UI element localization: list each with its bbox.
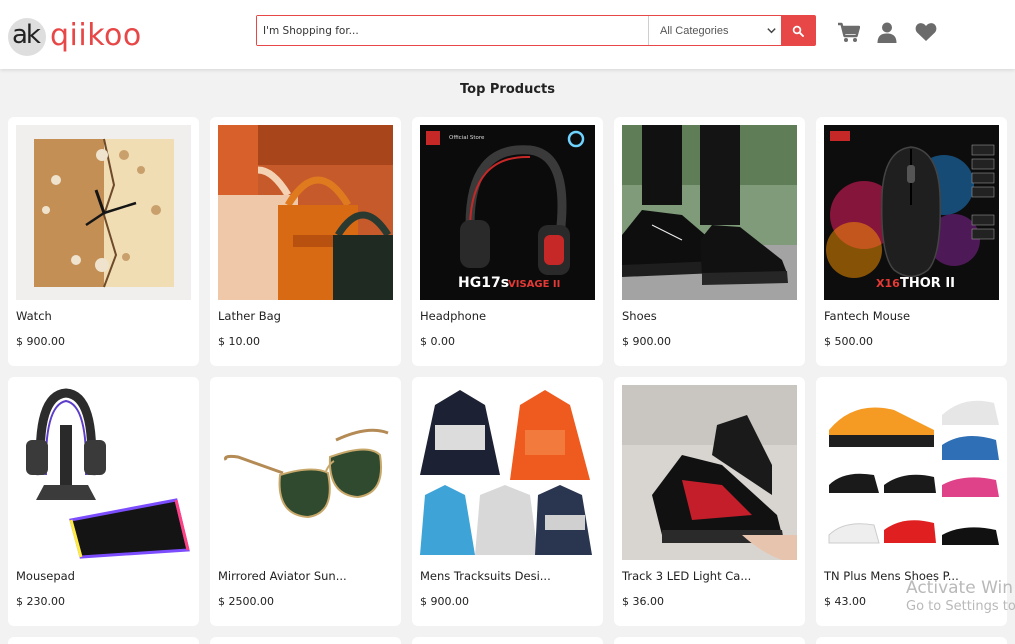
- product-price: $ 0.00: [420, 335, 455, 348]
- product-image-led-shoes: [622, 385, 797, 560]
- product-card[interactable]: Official Store HG17s VISAGE II Headphone…: [412, 117, 603, 366]
- product-price: $ 43.00: [824, 595, 866, 608]
- headphone-store-text: Official Store: [449, 135, 485, 141]
- search-icon: [792, 25, 804, 37]
- product-image-mouse: X16 THOR II: [824, 125, 999, 300]
- product-image-shoes: [622, 125, 797, 300]
- product-grid: Watch $ 900.00 Lather Bag $ 10.00 Offici…: [8, 117, 1008, 644]
- product-name[interactable]: Mirrored Aviator Sun...: [218, 569, 393, 583]
- product-image-mousepad: [16, 385, 191, 560]
- product-card[interactable]: TN Plus Mens Shoes P... $ 43.00: [816, 377, 1007, 626]
- product-image-tn-plus: [824, 385, 999, 560]
- product-name[interactable]: TN Plus Mens Shoes P...: [824, 569, 999, 583]
- product-card[interactable]: Shoes $ 900.00: [614, 117, 805, 366]
- product-name[interactable]: Shoes: [622, 309, 797, 323]
- product-name[interactable]: Headphone: [420, 309, 595, 323]
- product-card-partial[interactable]: [8, 637, 199, 644]
- wishlist-button[interactable]: [914, 21, 938, 43]
- section-title: Top Products: [460, 82, 555, 97]
- category-select-value: All Categories: [660, 24, 729, 37]
- product-name[interactable]: Watch: [16, 309, 191, 323]
- headphone-model-text: HG17s: [458, 275, 509, 291]
- search-bar: All Categories: [256, 15, 816, 46]
- product-name[interactable]: Mousepad: [16, 569, 191, 583]
- product-price: $ 900.00: [16, 335, 65, 348]
- cart-button[interactable]: [836, 21, 860, 43]
- product-image-headphone: Official Store HG17s VISAGE II: [420, 125, 595, 300]
- product-price: $ 900.00: [622, 335, 671, 348]
- heart-icon: [915, 23, 937, 41]
- product-image-bags: [218, 125, 393, 300]
- logo-mark: ak: [8, 16, 48, 56]
- product-price: $ 230.00: [16, 595, 65, 608]
- product-price: $ 2500.00: [218, 595, 274, 608]
- product-name[interactable]: Track 3 LED Light Ca...: [622, 569, 797, 583]
- cart-icon: [837, 22, 860, 42]
- logo-mark-text: ak: [12, 20, 41, 50]
- product-price: $ 900.00: [420, 595, 469, 608]
- user-icon: [877, 22, 897, 43]
- site-logo[interactable]: ak qiikoo: [8, 14, 142, 58]
- chevron-down-icon: [767, 28, 776, 34]
- product-price: $ 500.00: [824, 335, 873, 348]
- top-header: ak qiikoo All Categories: [0, 0, 1015, 69]
- product-card[interactable]: Mirrored Aviator Sun... $ 2500.00: [210, 377, 401, 626]
- product-card-partial[interactable]: [210, 637, 401, 644]
- product-name[interactable]: Lather Bag: [218, 309, 393, 323]
- product-image-sunglasses: [218, 385, 393, 560]
- product-card[interactable]: Watch $ 900.00: [8, 117, 199, 366]
- product-card[interactable]: X16 THOR II Fantech Mouse $ 500.00: [816, 117, 1007, 366]
- product-image-tracksuits: [420, 385, 595, 560]
- product-image-watch: [16, 125, 191, 300]
- product-card[interactable]: Mousepad $ 230.00: [8, 377, 199, 626]
- product-price: $ 10.00: [218, 335, 260, 348]
- search-button[interactable]: [781, 16, 815, 45]
- product-card-partial[interactable]: [412, 637, 603, 644]
- product-card[interactable]: Lather Bag $ 10.00: [210, 117, 401, 366]
- account-button[interactable]: [875, 21, 899, 43]
- mouse-model-text: X16: [876, 277, 900, 290]
- product-card-partial[interactable]: [614, 637, 805, 644]
- search-input[interactable]: [257, 16, 648, 45]
- product-name[interactable]: Mens Tracksuits Desi...: [420, 569, 595, 583]
- product-card[interactable]: Track 3 LED Light Ca... $ 36.00: [614, 377, 805, 626]
- product-card[interactable]: Mens Tracksuits Desi... $ 900.00: [412, 377, 603, 626]
- headphone-sub-text: VISAGE II: [508, 279, 560, 290]
- mouse-sub-text: THOR II: [900, 276, 955, 291]
- product-card-partial[interactable]: [816, 637, 1007, 644]
- category-select[interactable]: All Categories: [648, 16, 781, 45]
- logo-text: qiikoo: [50, 18, 142, 53]
- product-name[interactable]: Fantech Mouse: [824, 309, 999, 323]
- product-price: $ 36.00: [622, 595, 664, 608]
